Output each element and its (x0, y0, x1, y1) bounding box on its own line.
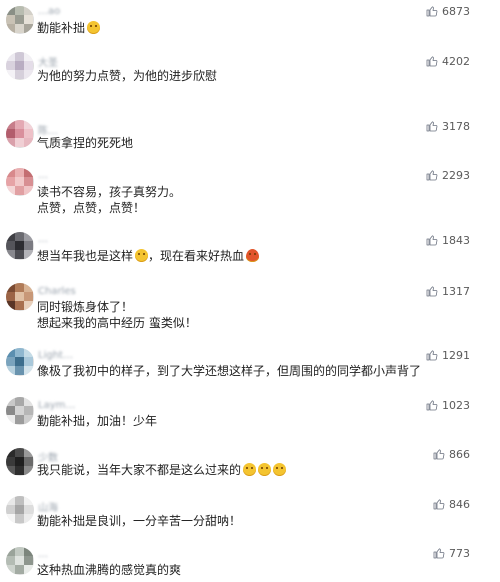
avatar[interactable] (6, 348, 34, 376)
like-count: 3178 (442, 119, 470, 133)
thumbs-up-icon (433, 548, 445, 559)
username[interactable]: … (38, 234, 48, 245)
avatar[interactable] (6, 6, 34, 34)
username[interactable]: 大圣 (38, 54, 58, 69)
username[interactable]: Charles (38, 286, 76, 297)
comment-text: 气质拿捏的死死地 (37, 135, 133, 151)
avatar[interactable] (6, 52, 34, 80)
fire-emoji (246, 249, 260, 262)
comment-text: 像极了我初中的样子，到了大学还想这样子，但周围的的同学都小声背了 (37, 363, 421, 379)
comment-line: 这种热血沸腾的感觉真的爽 (37, 563, 182, 577)
username[interactable]: … (38, 549, 48, 560)
comment-line: 勤能补拙 (37, 21, 86, 35)
like-button[interactable]: 866 (400, 447, 470, 461)
like-count: 1291 (442, 348, 470, 362)
laughing-face-emoji (258, 463, 272, 476)
like-count: 1317 (442, 284, 470, 298)
avatar[interactable] (6, 448, 34, 476)
username[interactable]: Light… (38, 350, 73, 361)
comment-text: 同时锻炼身体了！ 想起来我的高中经历 蛮类似！ (37, 299, 197, 331)
like-button[interactable]: 3178 (400, 119, 470, 133)
avatar[interactable] (6, 232, 34, 260)
avatar[interactable] (6, 283, 34, 311)
avatar[interactable] (6, 120, 34, 148)
like-button[interactable]: 2293 (400, 168, 470, 182)
like-button[interactable]: 846 (400, 497, 470, 511)
comment-line: 想当年我也是这样 (37, 249, 134, 263)
like-count: 846 (449, 497, 470, 511)
username[interactable]: …ao (38, 6, 60, 17)
avatar[interactable] (6, 496, 34, 524)
comment-text: 想当年我也是这样 ，现在看来好热血 (37, 248, 260, 264)
like-count: 1843 (442, 233, 470, 247)
thumbs-up-icon (426, 56, 438, 67)
comment-text: 我只能说，当年大家不都是这么过来的 (37, 462, 287, 478)
comment-line: 气质拿捏的死死地 (37, 136, 134, 150)
like-button[interactable]: 1317 (400, 284, 470, 298)
like-count: 773 (449, 546, 470, 560)
comment-line: 同时锻炼身体了！ (37, 300, 134, 314)
like-button[interactable]: 773 (400, 546, 470, 560)
comment-line: 为他的努力点赞，为他的进步欣慰 (37, 69, 218, 83)
like-count: 1023 (442, 398, 470, 412)
comment-text: 为他的努力点赞，为他的进步欣慰 (37, 68, 217, 84)
username[interactable]: 山海 (38, 499, 58, 514)
thumbs-up-icon (426, 235, 438, 246)
comment-line: 想起来我的高中经历 蛮类似！ (37, 316, 197, 330)
like-count: 6873 (442, 4, 470, 18)
smiling-face-emoji (87, 21, 101, 34)
laughing-face-emoji (273, 463, 287, 476)
comment-text: 勤能补拙 (37, 20, 101, 36)
comment-line: 读书不容易，孩子真努力。 (37, 185, 182, 199)
grinning-face-emoji (135, 249, 149, 262)
thumbs-up-icon (426, 6, 438, 17)
thumbs-up-icon (426, 350, 438, 361)
username[interactable]: … (38, 170, 48, 181)
comment-line: 勤能补拙，加油！少年 (37, 414, 158, 428)
like-button[interactable]: 6873 (400, 4, 470, 18)
like-count: 866 (449, 447, 470, 461)
like-button[interactable]: 1291 (400, 348, 470, 362)
username[interactable]: Laym… (38, 400, 75, 411)
like-count: 2293 (442, 168, 470, 182)
comment-line: 勤能补拙是良训，一分辛苦一分甜呐！ (37, 514, 242, 528)
avatar[interactable] (6, 547, 34, 575)
thumbs-up-icon (433, 449, 445, 460)
comment-text: 这种热血沸腾的感觉真的爽 (37, 562, 181, 578)
comment-line: 我只能说，当年大家不都是这么过来的 (37, 463, 242, 477)
avatar[interactable] (6, 397, 34, 425)
comment-text: 勤能补拙，加油！少年 (37, 413, 157, 429)
thumbs-up-icon (426, 400, 438, 411)
laughing-face-emoji (243, 463, 257, 476)
comment-text: 勤能补拙是良训，一分辛苦一分甜呐！ (37, 513, 241, 529)
comment-line: ，现在看来好热血 (148, 249, 245, 263)
thumbs-up-icon (433, 499, 445, 510)
avatar[interactable] (6, 168, 34, 196)
like-count: 4202 (442, 54, 470, 68)
thumbs-up-icon (426, 170, 438, 181)
like-button[interactable]: 1843 (400, 233, 470, 247)
comment-text: 读书不容易，孩子真努力。 点赞，点赞，点赞！ (37, 184, 181, 216)
thumbs-up-icon (426, 121, 438, 132)
comment-line: 点赞，点赞，点赞！ (37, 201, 146, 215)
thumbs-up-icon (426, 286, 438, 297)
like-button[interactable]: 1023 (400, 398, 470, 412)
like-button[interactable]: 4202 (400, 54, 470, 68)
comment-line: 像极了我初中的样子，到了大学还想这样子，但周围的的同学都小声背了 (37, 364, 422, 378)
